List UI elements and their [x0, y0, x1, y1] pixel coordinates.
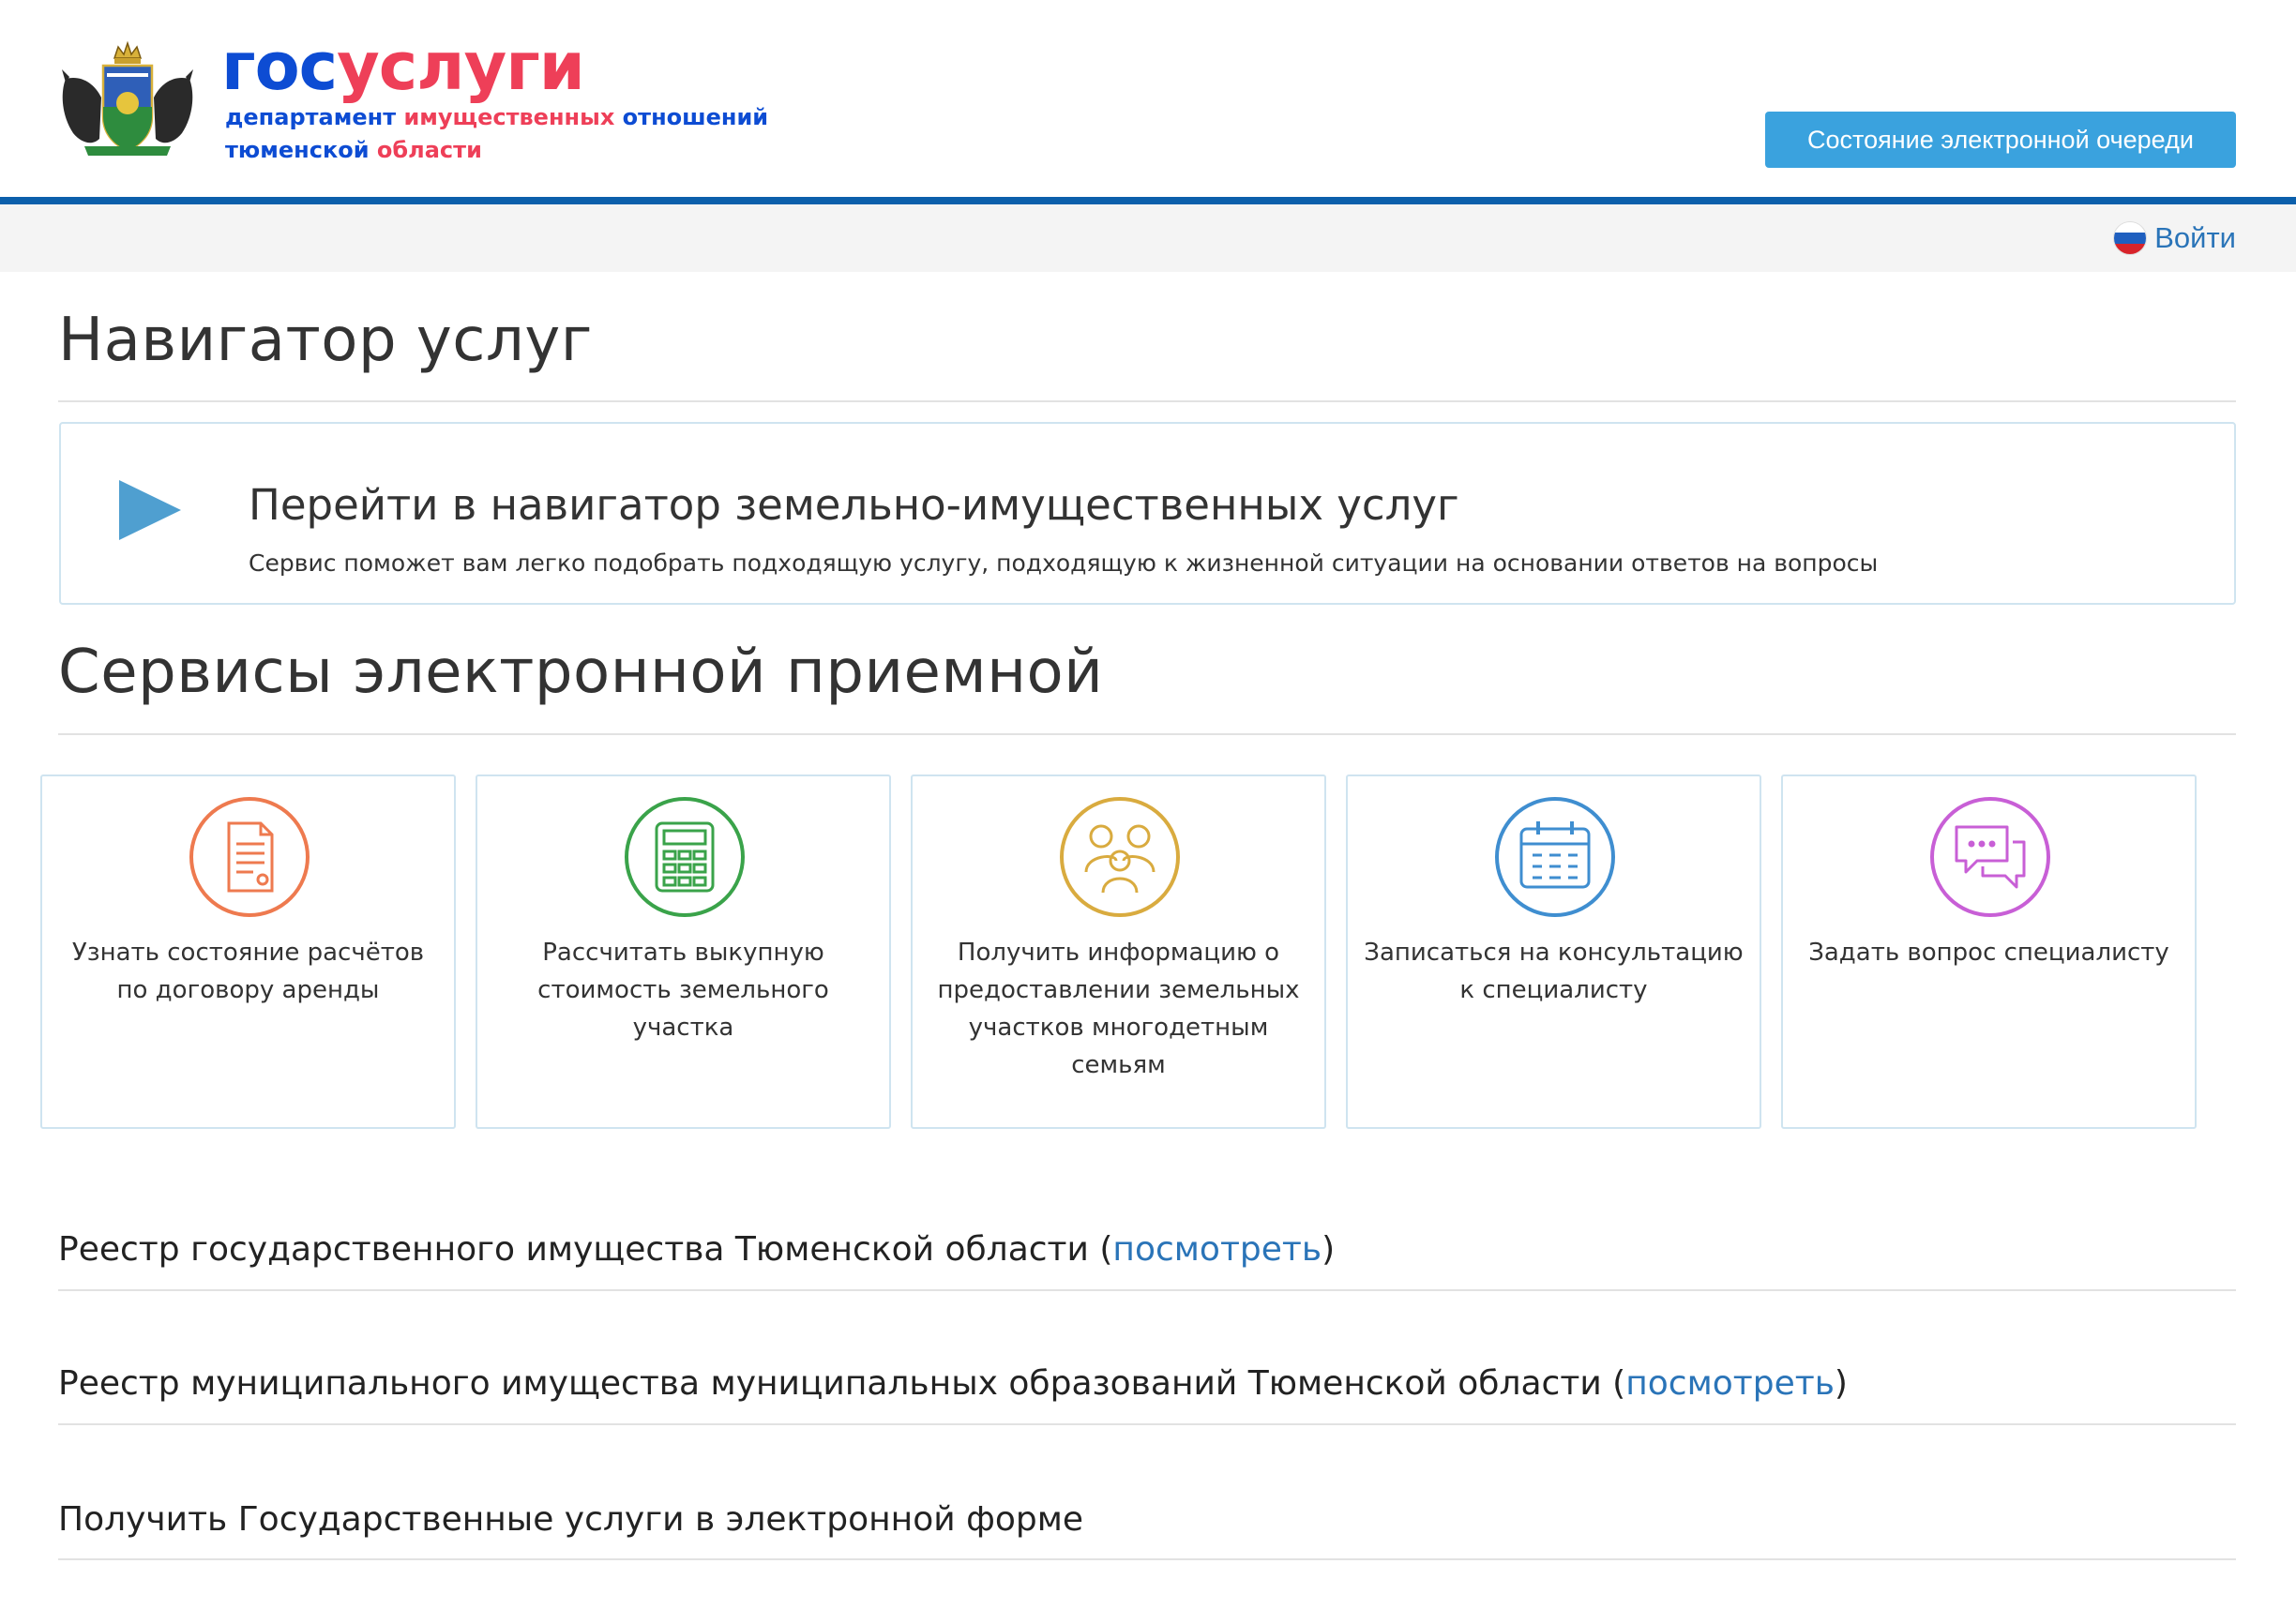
- divider: [58, 1289, 2236, 1291]
- view-state-registry-link[interactable]: посмотреть: [1112, 1230, 1322, 1269]
- service-card-calculate-cost[interactable]: Рассчитать выкупную стоимость земельного…: [476, 774, 891, 1129]
- registry-text: Реестр государственного имущества Тюменс…: [58, 1230, 1113, 1269]
- department-word-2: имущественных: [403, 104, 615, 130]
- login-bar: [0, 204, 2296, 272]
- login-link[interactable]: Войти: [2113, 214, 2236, 263]
- document-icon: [189, 797, 310, 917]
- department-line-1: департамент имущественных отношений: [225, 101, 768, 133]
- department-word-1: департамент: [225, 104, 397, 130]
- registry-paren: ): [1834, 1364, 1848, 1403]
- divider: [58, 1558, 2236, 1560]
- calculator-icon: [625, 797, 745, 917]
- department-word-3: отношений: [622, 104, 769, 130]
- brand-uslugi: услуги: [337, 28, 585, 105]
- queue-status-button[interactable]: Состояние электронной очереди: [1765, 112, 2236, 168]
- service-card-ask-question[interactable]: Задать вопрос специалисту: [1781, 774, 2197, 1129]
- service-card-large-families[interactable]: Получить информацию о предоставлении зем…: [911, 774, 1326, 1129]
- service-card-rent-status[interactable]: Узнать состояние расчётов по договору ар…: [40, 774, 456, 1129]
- municipal-property-registry: Реестр муниципального имущества муниципа…: [58, 1364, 1848, 1403]
- view-municipal-registry-link[interactable]: посмотреть: [1625, 1364, 1835, 1403]
- coat-of-arms-icon[interactable]: [56, 41, 199, 159]
- service-card-label: Задать вопрос специалисту: [1808, 939, 2169, 967]
- registry-paren: ): [1322, 1230, 1336, 1269]
- chat-icon: [1930, 797, 2050, 917]
- navigator-link-box[interactable]: Перейти в навигатор земельно-имущественн…: [59, 422, 2236, 605]
- navigator-box-title: Перейти в навигатор земельно-имущественн…: [249, 480, 1459, 530]
- login-label: Войти: [2154, 221, 2236, 254]
- service-card-label: Получить информацию о предоставлении зем…: [937, 939, 1300, 1079]
- family-icon: [1060, 797, 1180, 917]
- electronic-services-text: Получить Государственные услуги в электр…: [58, 1500, 1084, 1539]
- state-property-registry: Реестр государственного имущества Тюменс…: [58, 1230, 1335, 1269]
- play-icon: [119, 480, 181, 540]
- russian-flag-icon: [2113, 221, 2148, 255]
- divider: [58, 400, 2236, 402]
- divider: [58, 1423, 2236, 1425]
- calendar-icon: [1495, 797, 1615, 917]
- service-card-consultation[interactable]: Записаться на консультацию к специалисту: [1346, 774, 1761, 1129]
- navigator-heading: Навигатор услуг: [58, 306, 593, 375]
- site-header: госуслуги департамент имущественных отно…: [0, 0, 2296, 197]
- service-card-label: Узнать состояние расчётов по договору ар…: [71, 939, 425, 1004]
- department-line-2: тюменской области: [225, 134, 482, 166]
- services-cards: Узнать состояние расчётов по договору ар…: [40, 774, 2291, 1131]
- electronic-services-link[interactable]: Получить Государственные услуги в электр…: [58, 1500, 1083, 1539]
- brand-gos: гос: [221, 28, 338, 105]
- navigator-box-description: Сервис поможет вам легко подобрать подхо…: [249, 549, 1879, 577]
- region-word-1: тюменской: [225, 137, 370, 163]
- header-accent-line: [0, 197, 2296, 204]
- brand-logo-text[interactable]: госуслуги: [221, 26, 585, 107]
- region-word-2: области: [376, 137, 482, 163]
- services-heading: Сервисы электронной приемной: [58, 638, 1104, 707]
- service-card-label: Рассчитать выкупную стоимость земельного…: [537, 939, 829, 1042]
- registry-text: Реестр муниципального имущества муниципа…: [58, 1364, 1626, 1403]
- divider: [58, 733, 2236, 735]
- service-card-label: Записаться на консультацию к специалисту: [1364, 939, 1744, 1004]
